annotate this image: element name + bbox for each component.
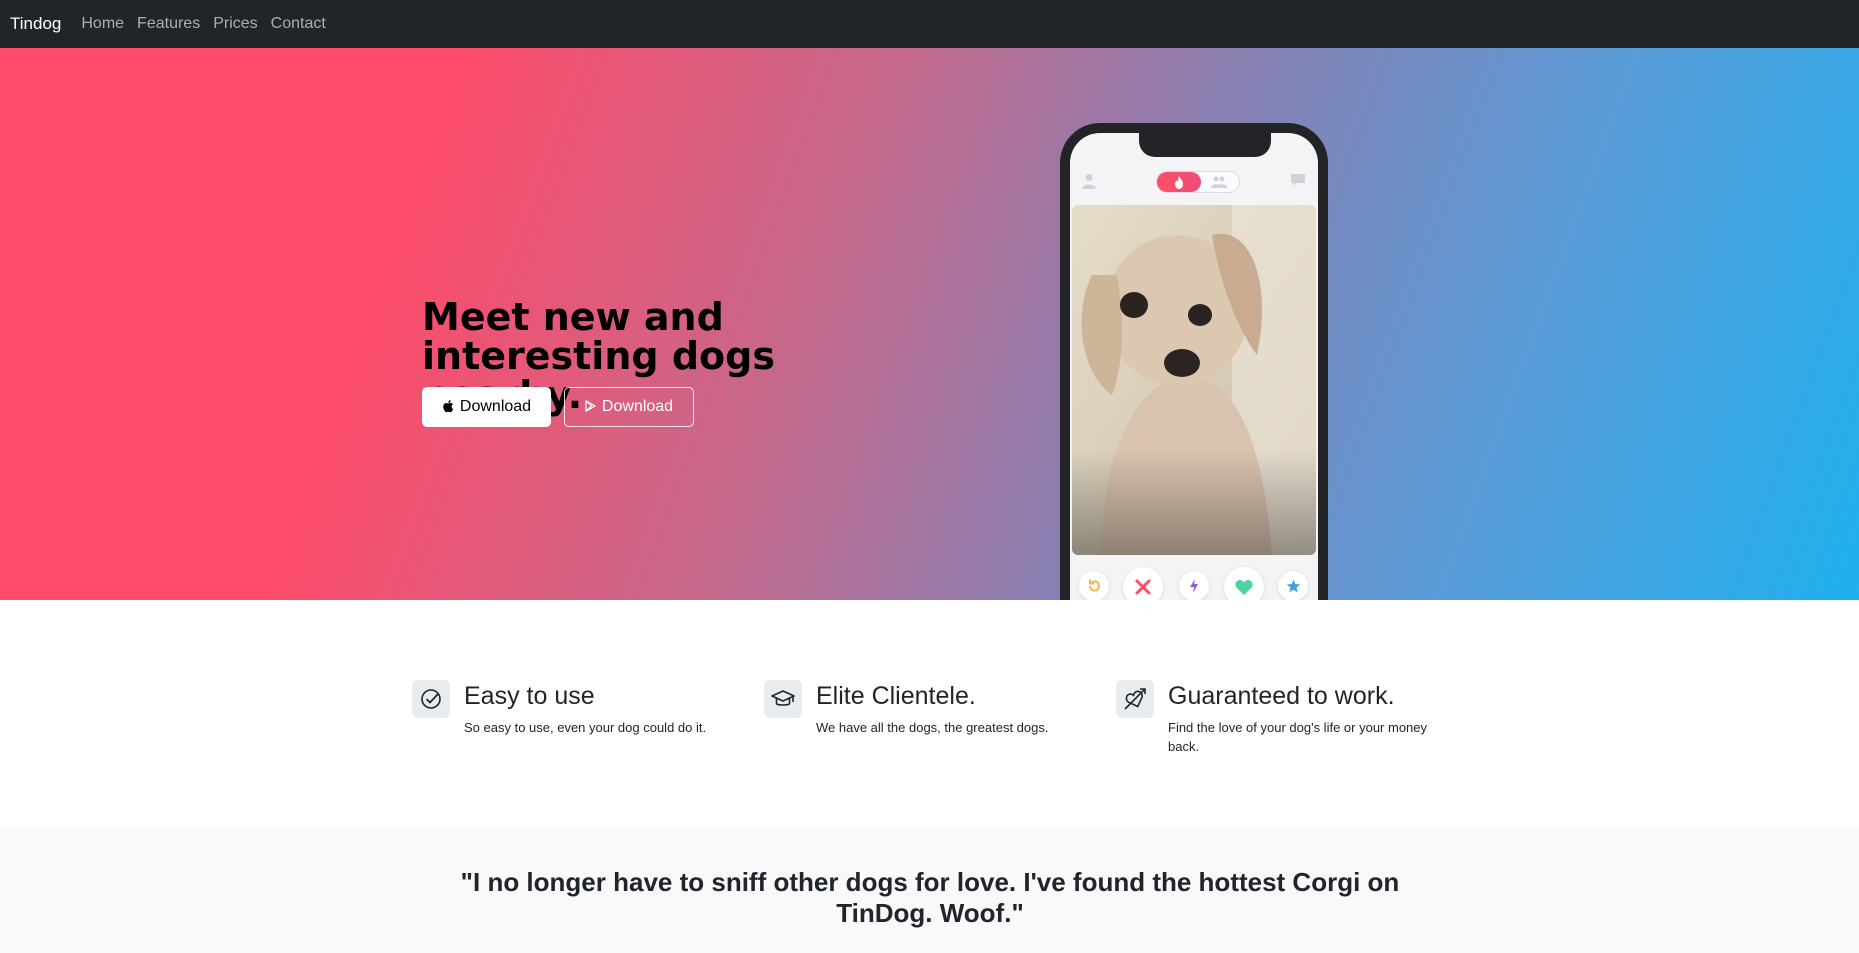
chat-icon[interactable] xyxy=(1290,173,1306,187)
feature-title: Easy to use xyxy=(464,682,595,710)
check-circle-icon xyxy=(412,680,450,718)
download-apple-button[interactable]: Download xyxy=(422,387,551,427)
boost-icon xyxy=(1190,579,1198,593)
download-apple-label: Download xyxy=(459,398,532,415)
apple-icon xyxy=(442,399,454,416)
nope-icon xyxy=(1135,579,1151,595)
nope-button[interactable] xyxy=(1123,567,1163,600)
phone-notch xyxy=(1139,133,1271,157)
mode-toggle[interactable] xyxy=(1156,171,1240,193)
phone-screen xyxy=(1070,133,1318,600)
google-play-icon xyxy=(585,399,596,415)
nav-link-contact[interactable]: Contact xyxy=(271,15,326,33)
dog-photo[interactable] xyxy=(1072,205,1316,555)
testimonial-quote: "I no longer have to sniff other dogs fo… xyxy=(460,867,1400,928)
nav-link-features[interactable]: Features xyxy=(137,15,200,33)
super-like-button[interactable] xyxy=(1278,571,1308,600)
rewind-button[interactable] xyxy=(1079,571,1109,600)
flame-icon[interactable] xyxy=(1157,172,1201,192)
feature-text: Find the love of your dog's life or your… xyxy=(1168,720,1428,754)
boost-button[interactable] xyxy=(1179,571,1209,600)
brand-logo[interactable]: Tindog xyxy=(10,14,61,34)
navbar: Tindog Home Features Prices Contact xyxy=(0,0,1859,48)
arrow-through-heart-icon xyxy=(1116,680,1154,718)
like-icon xyxy=(1235,580,1253,595)
features-section: Easy to use So easy to use, even your do… xyxy=(0,600,1859,827)
people-icon[interactable] xyxy=(1211,176,1227,188)
super-like-icon xyxy=(1286,579,1300,592)
nav-link-prices[interactable]: Prices xyxy=(213,15,257,33)
download-google-play-label: Download xyxy=(601,398,674,415)
nav-link-home[interactable]: Home xyxy=(81,15,124,33)
feature-text: So easy to use, even your dog could do i… xyxy=(464,720,707,735)
hero-section: Meet new and interesting dogs nearby. Do… xyxy=(0,48,1859,600)
feature-title: Elite Clientele. xyxy=(816,682,976,710)
user-icon[interactable] xyxy=(1082,173,1096,189)
rewind-icon xyxy=(1089,579,1100,592)
phone-mockup xyxy=(1060,123,1328,600)
feature-title: Guaranteed to work. xyxy=(1168,682,1395,710)
feature-text: We have all the dogs, the greatest dogs. xyxy=(816,720,1049,735)
testimonial-section: "I no longer have to sniff other dogs fo… xyxy=(0,827,1859,953)
like-button[interactable] xyxy=(1224,567,1264,600)
download-google-play-button[interactable]: Download xyxy=(564,387,694,427)
action-bar xyxy=(1070,565,1318,600)
mortarboard-icon xyxy=(764,680,802,718)
